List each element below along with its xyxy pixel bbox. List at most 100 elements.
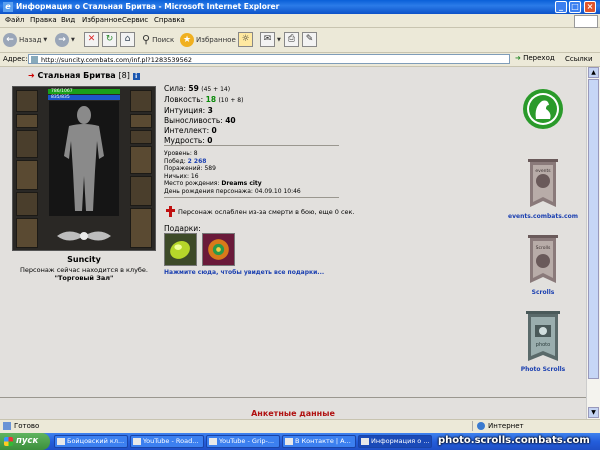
window-icon (133, 438, 141, 445)
info-draws: Ничьих: 16 (164, 172, 199, 180)
info-birthday: День рождения персонажа: 04.09.10 10:46 (164, 187, 301, 195)
amulet-slot[interactable] (130, 114, 152, 128)
internet-explorer-icon: e (3, 2, 13, 12)
print-button[interactable]: ⎙ (284, 31, 299, 48)
shield-slot[interactable] (130, 176, 152, 206)
page-icon (31, 56, 38, 63)
ring-slot[interactable] (130, 130, 152, 144)
boots-slot[interactable] (130, 208, 152, 248)
earring-slot[interactable] (130, 90, 152, 112)
refresh-button[interactable]: ↻ (102, 31, 117, 48)
forward-arrow-icon: → (55, 32, 69, 47)
banner-text: photo (536, 342, 550, 348)
favorites-button[interactable]: ★ Избранное (180, 31, 236, 48)
taskbar-item[interactable]: YouTube - Road... (130, 435, 204, 448)
combats-logo-icon[interactable] (522, 85, 564, 133)
vertical-scrollbar[interactable]: ▲ ▼ (586, 67, 600, 419)
address-input[interactable]: http://suncity.combats.com/inf.pl?128353… (28, 54, 510, 64)
menu-help[interactable]: Справка (154, 16, 185, 24)
photo-scrolls-link[interactable]: Photo Scrolls (505, 366, 581, 373)
watermark: photo.scrolls.combats.com (438, 435, 590, 446)
address-bar: Адрес: http://suncity.combats.com/inf.pl… (0, 53, 600, 67)
links-button[interactable]: Ссылки (565, 55, 593, 63)
character-info: Уровень: 8 Побед: 2 268 Поражений: 589 Н… (164, 150, 301, 195)
scroll-down-button[interactable]: ▼ (588, 407, 599, 418)
bracers-slot[interactable] (16, 114, 38, 128)
gift-medal-icon[interactable] (202, 233, 235, 266)
stat-intuition: Интуиция: 3 (164, 106, 213, 115)
edit-icon: ✎ (302, 32, 317, 47)
character-silhouette[interactable] (49, 101, 119, 216)
forward-button[interactable]: → ▼ (55, 31, 75, 48)
character-location: Персонаж сейчас находится в клубе. (20, 266, 148, 274)
belt-slot[interactable] (16, 192, 38, 216)
back-label: Назад (19, 35, 42, 44)
info-losses: Поражений: 589 (164, 165, 216, 172)
stop-icon: ✕ (84, 32, 99, 47)
window-icon (361, 438, 369, 445)
close-button[interactable]: × (584, 1, 596, 13)
events-link[interactable]: events.combats.com (505, 213, 581, 220)
go-label: Переход (523, 54, 555, 62)
taskbar-item[interactable]: Бойцовский кл... (54, 435, 128, 448)
gifts-title: Подарки: (164, 224, 201, 233)
divider (164, 145, 339, 146)
info-icon[interactable]: i (132, 73, 140, 80)
favorites-label: Избранное (196, 35, 236, 44)
scrolls-link[interactable]: Scrolls (505, 289, 581, 296)
helmet-slot[interactable] (16, 90, 38, 112)
drag-arrow-icon[interactable]: ➜ (28, 71, 35, 80)
menu-file[interactable]: Файл (5, 16, 24, 24)
edit-button[interactable]: ✎ (302, 31, 317, 48)
home-button[interactable]: ⌂ (120, 31, 135, 48)
all-gifts-link[interactable]: Нажмите сюда, чтобы увидеть все подарки.… (164, 269, 324, 276)
security-zone: Интернет (488, 422, 524, 430)
dropdown-arrow-icon: ▼ (277, 36, 281, 43)
character-city: Suncity (67, 255, 101, 264)
scroll-thumb[interactable] (588, 79, 599, 379)
taskbar-item[interactable]: В Контакте | А... (282, 435, 356, 448)
menu-edit[interactable]: Правка (30, 16, 57, 24)
go-button[interactable]: ➜ Переход (515, 54, 555, 62)
start-button[interactable]: пуск (0, 433, 50, 450)
minimize-button[interactable]: _ (555, 1, 567, 13)
divider (164, 197, 339, 198)
status-bar: Готово Интернет (0, 419, 600, 433)
weapon-slot[interactable] (16, 130, 38, 158)
stat-intellect: Интеллект: 0 (164, 126, 217, 135)
events-banner-icon[interactable]: events (526, 159, 560, 211)
info-level: Уровень: 8 (164, 150, 198, 157)
home-icon: ⌂ (120, 32, 135, 47)
death-penalty-note: Персонаж ослаблен из-за смерти в бою, ещ… (166, 206, 355, 217)
menu-tools[interactable]: Сервис (122, 16, 148, 24)
mail-button[interactable]: ✉ ▼ (260, 31, 281, 48)
search-label: Поиск (152, 35, 175, 44)
scroll-up-button[interactable]: ▲ (588, 67, 599, 78)
window-title-bar[interactable]: e Информация о Стальная Бритва - Microso… (0, 0, 600, 14)
windows-logo-icon (574, 15, 598, 28)
armor-slot[interactable] (16, 160, 38, 190)
info-birthplace: Место рождения: Dreams city (164, 180, 262, 187)
gloves-slot[interactable] (130, 146, 152, 174)
back-button[interactable]: ← Назад ▼ (3, 31, 47, 48)
leggings-slot[interactable] (16, 218, 38, 248)
maximize-button[interactable]: □ (569, 1, 581, 13)
gift-crystal-icon[interactable] (164, 233, 197, 266)
media-button[interactable]: ☼ (238, 31, 253, 48)
death-note-text: Персонаж ослаблен из-за смерти в бою, ещ… (178, 207, 355, 216)
menu-view[interactable]: Вид (61, 16, 75, 24)
stats-list: Сила: 59 (45 + 14) Ловкость: 18 (10 + 8)… (164, 84, 243, 146)
print-icon: ⎙ (284, 32, 299, 47)
info-wins: Побед: 2 268 (164, 157, 207, 165)
banner-text: events (535, 168, 551, 174)
photo-scrolls-banner-icon[interactable]: photo (524, 311, 562, 365)
menu-bar: Файл Правка Вид Избранное Сервис Справка (0, 14, 600, 28)
scrolls-banner-icon[interactable]: Scrolls (526, 235, 560, 287)
taskbar-item[interactable]: YouTube - Grip-... (206, 435, 280, 448)
search-button[interactable]: ⚲ Поиск (142, 31, 174, 48)
stat-endurance: Выносливость: 40 (164, 116, 236, 125)
taskbar-item-active[interactable]: Информация о ... (358, 435, 432, 448)
menu-favorites[interactable]: Избранное (82, 16, 122, 24)
stop-button[interactable]: ✕ (84, 31, 99, 48)
window-title: Информация о Стальная Бритва - Microsoft… (16, 2, 280, 11)
